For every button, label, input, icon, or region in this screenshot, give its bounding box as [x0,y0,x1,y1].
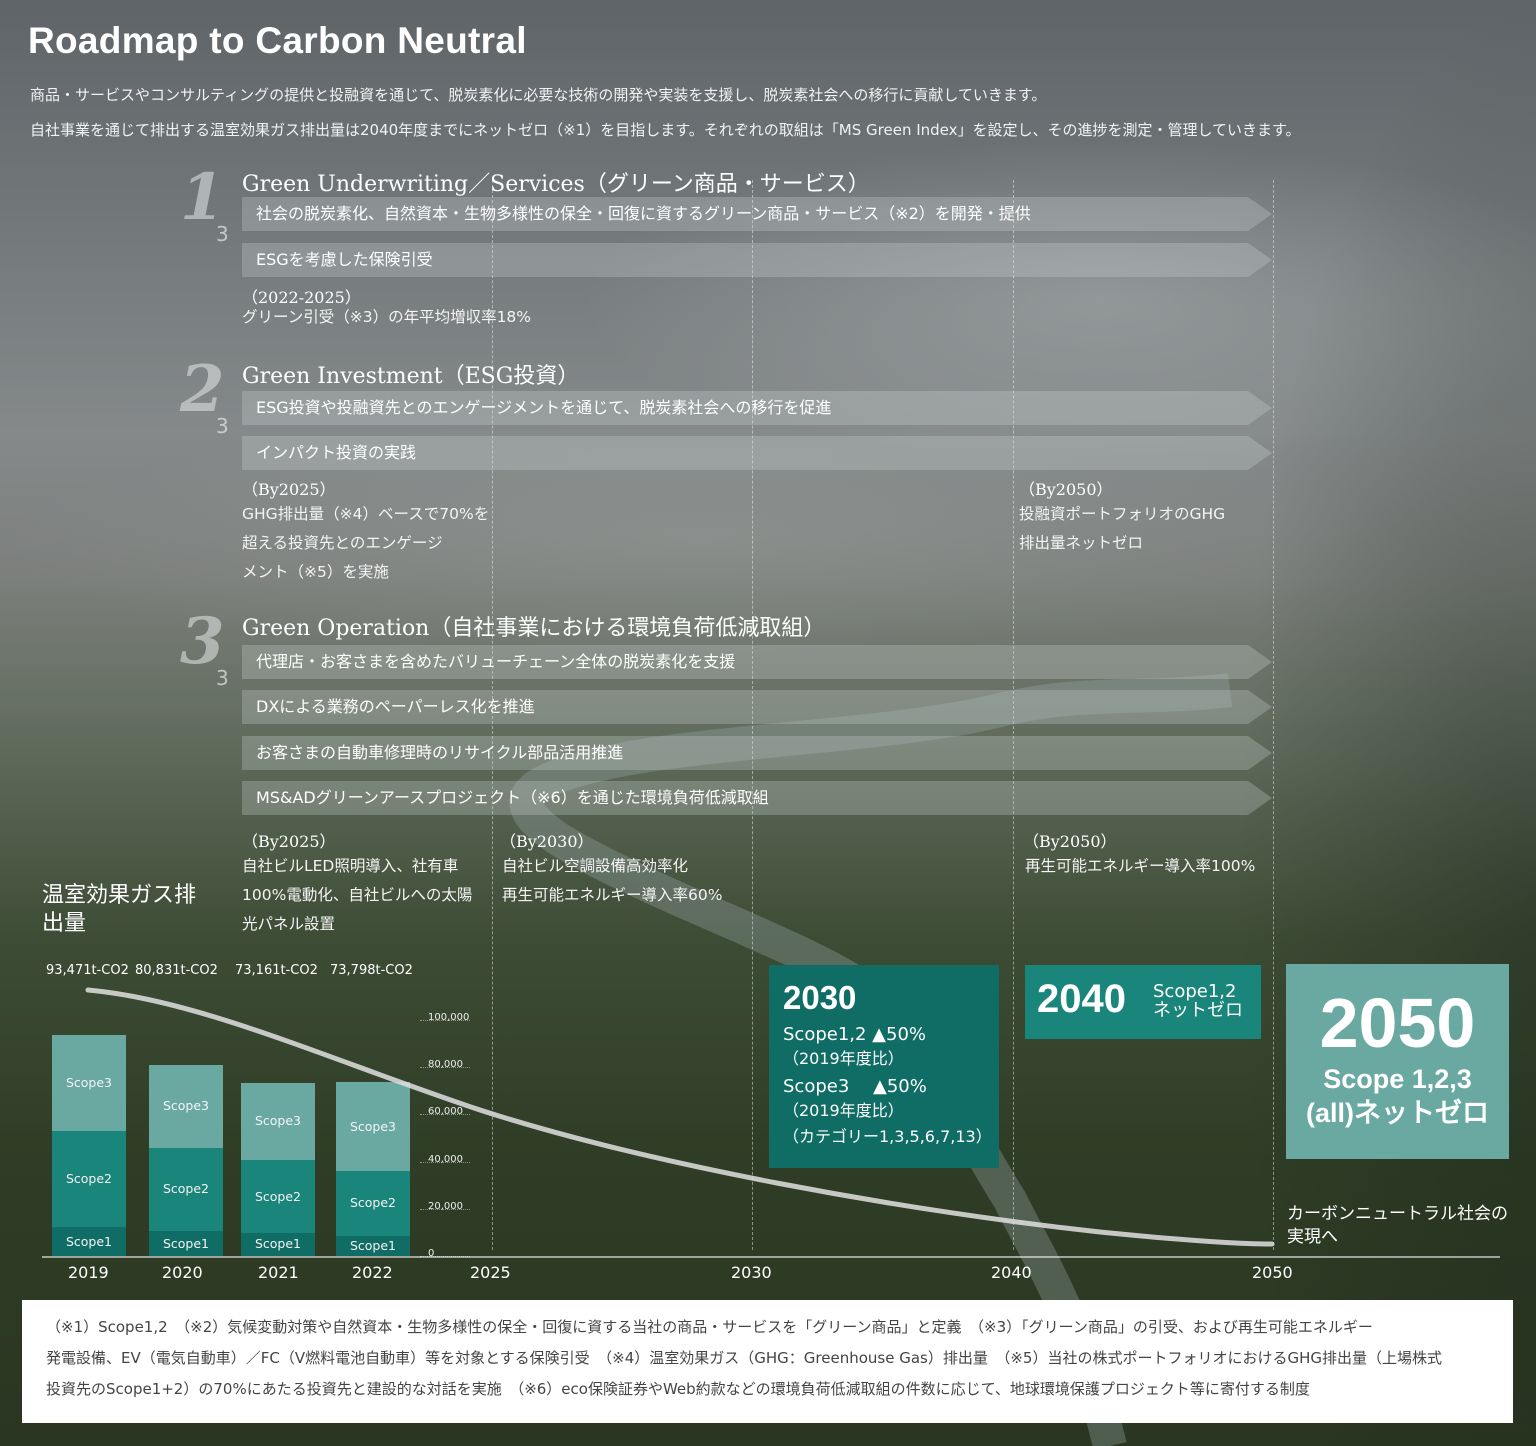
footnote-line-1: （※1）Scope1,2 （※2）気候変動対策や自然資本・生物多様性の保全・回復… [46,1318,1373,1336]
target-2040-line-1: Scope1,2 [1153,981,1237,1002]
x-axis [42,1256,1500,1258]
target-2030-line-1-sub: （2019年度比） [783,1049,904,1068]
target-2040-year: 2040 [1037,977,1126,1021]
final-line-1: カーボンニュートラル社会の [1287,1204,1508,1224]
carbon-neutral-society-label: カーボンニュートラル社会の 実現へ [1287,1203,1508,1249]
target-2040-line-2: ネットゼロ [1153,1000,1243,1021]
target-2040-text: Scope1,2 ネットゼロ [1153,982,1243,1020]
target-2030-line-1: Scope1,2 ▲50% [783,1024,927,1045]
target-2050-year: 2050 [1319,984,1476,1062]
footnotes: （※1）Scope1,2 （※2）気候変動対策や自然資本・生物多様性の保全・回復… [22,1300,1513,1423]
target-2050-line-2: (all)ネットゼロ [1305,1098,1489,1128]
final-line-2: 実現へ [1287,1227,1338,1247]
target-2030-line-2-sub: （2019年度比） [783,1101,904,1120]
target-card-2040: 2040 Scope1,2 ネットゼロ [1025,965,1261,1039]
target-2030-line-2: Scope3 ▲50% [783,1076,927,1097]
footnote-line-3: 投資先のScope1+2）の70%にあたる投資先と建設的な対話を実施 （※6）e… [46,1380,1310,1398]
target-2030-year: 2030 [783,979,857,1016]
target-2050-line-1: Scope 1,2,3 [1323,1064,1472,1094]
target-2030-line-2-sub2: （カテゴリー1,3,5,6,7,13） [783,1127,992,1146]
target-card-2050: 2050 Scope 1,2,3 (all)ネットゼロ [1286,964,1509,1159]
target-card-2030: 2030 Scope1,2 ▲50% （2019年度比） Scope3 ▲50%… [769,965,999,1168]
footnote-line-2: 発電設備、EV（電気自動車）／FC（V燃料電池自動車）等を対象とする保険引受 （… [46,1349,1442,1367]
